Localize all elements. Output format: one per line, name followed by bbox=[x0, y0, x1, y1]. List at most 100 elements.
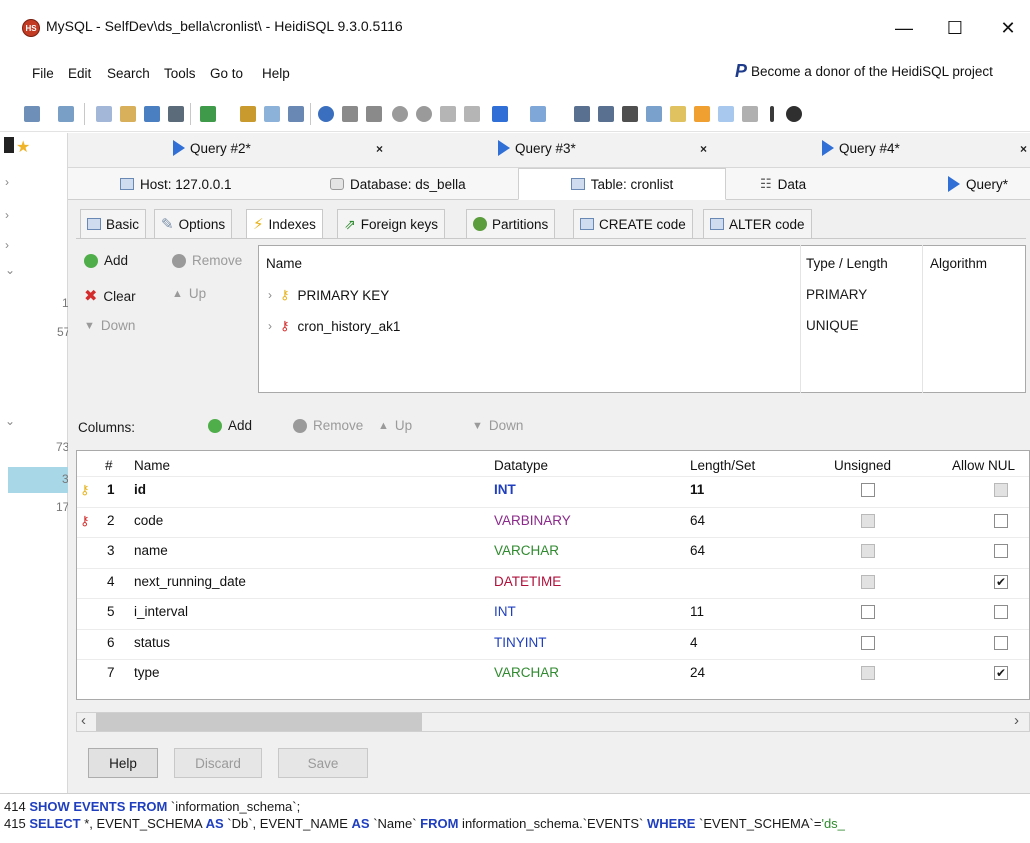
unsigned-checkbox[interactable] bbox=[861, 483, 875, 497]
replace-icon[interactable] bbox=[646, 106, 662, 122]
cancel-icon[interactable] bbox=[464, 106, 480, 122]
column-datatype[interactable]: INT bbox=[494, 482, 516, 497]
user-manager-icon[interactable] bbox=[240, 106, 256, 122]
grid-header-num[interactable]: # bbox=[105, 458, 113, 473]
copy-icon[interactable] bbox=[96, 106, 112, 122]
maximize-button[interactable]: ☐ bbox=[935, 14, 975, 42]
help-button[interactable]: Help bbox=[88, 748, 158, 778]
tab-table[interactable]: Table: cronlist bbox=[518, 168, 726, 200]
tree-expand-icon[interactable]: › bbox=[5, 238, 9, 252]
column-length[interactable]: 24 bbox=[690, 665, 705, 680]
tree-expand-icon[interactable]: › bbox=[5, 175, 9, 189]
menu-file[interactable]: File bbox=[32, 66, 54, 81]
donor-link[interactable]: P Become a donor of the HeidiSQL project bbox=[735, 62, 993, 80]
run-query-icon[interactable] bbox=[492, 106, 508, 122]
scroll-right-icon[interactable]: › bbox=[1014, 712, 1019, 729]
menu-tools[interactable]: Tools bbox=[164, 66, 196, 81]
stop-icon[interactable] bbox=[786, 106, 802, 122]
column-name[interactable]: type bbox=[134, 665, 160, 680]
column-name[interactable]: next_running_date bbox=[134, 574, 246, 589]
paste-icon[interactable] bbox=[120, 106, 136, 122]
index-row[interactable]: › ⚷ PRIMARY KEY bbox=[268, 287, 389, 303]
print-icon[interactable] bbox=[168, 106, 184, 122]
subtab-indexes[interactable]: ⚡ Indexes bbox=[246, 209, 323, 239]
index-up-button[interactable]: ▲ Up bbox=[172, 286, 206, 301]
minimize-button[interactable]: — bbox=[884, 14, 924, 42]
column-datatype[interactable]: VARCHAR bbox=[494, 543, 559, 558]
pin-icon[interactable] bbox=[4, 137, 14, 153]
discard-button[interactable]: Discard bbox=[174, 748, 262, 778]
tab-query-2[interactable]: Query #2* bbox=[173, 140, 251, 156]
unsigned-checkbox[interactable] bbox=[861, 636, 875, 650]
index-header-type[interactable]: Type / Length bbox=[806, 256, 888, 271]
column-length[interactable]: 11 bbox=[690, 482, 704, 497]
connect-icon[interactable] bbox=[24, 106, 40, 122]
subtab-foreign-keys[interactable]: ⇗ Foreign keys bbox=[337, 209, 446, 239]
subtab-create-code[interactable]: CREATE code bbox=[573, 209, 693, 239]
unsigned-checkbox[interactable] bbox=[861, 514, 875, 528]
unsigned-checkbox[interactable] bbox=[861, 605, 875, 619]
index-clear-button[interactable]: ✖ Clear bbox=[84, 286, 136, 306]
last-record-icon[interactable] bbox=[366, 106, 382, 122]
save-button[interactable]: Save bbox=[278, 748, 368, 778]
grid-header-unsigned[interactable]: Unsigned bbox=[834, 458, 891, 473]
allow-null-checkbox[interactable] bbox=[994, 514, 1008, 528]
allow-null-checkbox[interactable] bbox=[994, 483, 1008, 497]
column-datatype[interactable]: DATETIME bbox=[494, 574, 561, 589]
column-datatype[interactable]: VARBINARY bbox=[494, 513, 571, 528]
index-add-button[interactable]: Add bbox=[84, 253, 128, 268]
export-icon[interactable] bbox=[288, 106, 304, 122]
column-datatype[interactable]: VARCHAR bbox=[494, 665, 559, 680]
menu-goto[interactable]: Go to bbox=[210, 66, 243, 81]
column-datatype[interactable]: TINYINT bbox=[494, 635, 547, 650]
load-sql-icon[interactable] bbox=[598, 106, 614, 122]
index-header-algorithm[interactable]: Algorithm bbox=[930, 256, 987, 271]
expand-chevron-icon[interactable]: › bbox=[268, 288, 272, 302]
tab-database[interactable]: Database: ds_bella bbox=[330, 168, 466, 200]
grid-header-length[interactable]: Length/Set bbox=[690, 458, 755, 473]
column-down-button[interactable]: ▼ Down bbox=[472, 418, 523, 433]
grid-header-allow-null[interactable]: Allow NUL bbox=[952, 458, 1015, 473]
allow-null-checkbox[interactable]: ✔ bbox=[994, 666, 1008, 680]
first-record-icon[interactable] bbox=[342, 106, 358, 122]
scrollbar-thumb[interactable] bbox=[96, 713, 422, 731]
warning-icon[interactable] bbox=[694, 106, 710, 122]
tree-collapse-icon[interactable]: ⌄ bbox=[5, 414, 15, 428]
menu-search[interactable]: Search bbox=[107, 66, 150, 81]
index-remove-button[interactable]: Remove bbox=[172, 253, 242, 268]
tree-selected-row[interactable] bbox=[8, 467, 68, 493]
menu-edit[interactable]: Edit bbox=[68, 66, 91, 81]
tree-expand-icon[interactable]: › bbox=[5, 208, 9, 222]
format-sql-icon[interactable] bbox=[670, 106, 686, 122]
expand-chevron-icon[interactable]: › bbox=[268, 319, 272, 333]
index-row[interactable]: › ⚷ cron_history_ak1 bbox=[268, 318, 400, 334]
column-length[interactable]: 64 bbox=[690, 543, 705, 558]
column-remove-button[interactable]: Remove bbox=[293, 418, 363, 433]
column-name[interactable]: id bbox=[134, 482, 146, 497]
refresh-icon[interactable] bbox=[200, 106, 216, 122]
insert-record-icon[interactable] bbox=[392, 106, 408, 122]
close-tab-icon[interactable]: × bbox=[1020, 142, 1027, 156]
close-tab-icon[interactable]: × bbox=[700, 142, 707, 156]
grid-header-name[interactable]: Name bbox=[134, 458, 170, 473]
column-length[interactable]: 64 bbox=[690, 513, 705, 528]
subtab-options[interactable]: ✎ Options bbox=[154, 209, 233, 239]
maintenance-icon[interactable] bbox=[264, 106, 280, 122]
subtab-partitions[interactable]: Partitions bbox=[466, 209, 556, 239]
index-header-name[interactable]: Name bbox=[266, 256, 302, 271]
grid-header-datatype[interactable]: Datatype bbox=[494, 458, 548, 473]
column-datatype[interactable]: INT bbox=[494, 604, 516, 619]
bin-icon[interactable] bbox=[718, 106, 734, 122]
close-window-button[interactable]: ✕ bbox=[988, 14, 1028, 42]
allow-null-checkbox[interactable] bbox=[994, 605, 1008, 619]
query-end-icon[interactable] bbox=[770, 106, 774, 122]
index-down-button[interactable]: ▼ Down bbox=[84, 318, 135, 333]
tab-data[interactable]: ☷ Data bbox=[760, 168, 806, 200]
column-length[interactable]: 11 bbox=[690, 604, 704, 619]
info-icon[interactable] bbox=[318, 106, 334, 122]
subtab-alter-code[interactable]: ALTER code bbox=[703, 209, 812, 239]
post-icon[interactable] bbox=[440, 106, 456, 122]
unsigned-checkbox[interactable] bbox=[861, 575, 875, 589]
unsigned-checkbox[interactable] bbox=[861, 544, 875, 558]
column-name[interactable]: status bbox=[134, 635, 170, 650]
